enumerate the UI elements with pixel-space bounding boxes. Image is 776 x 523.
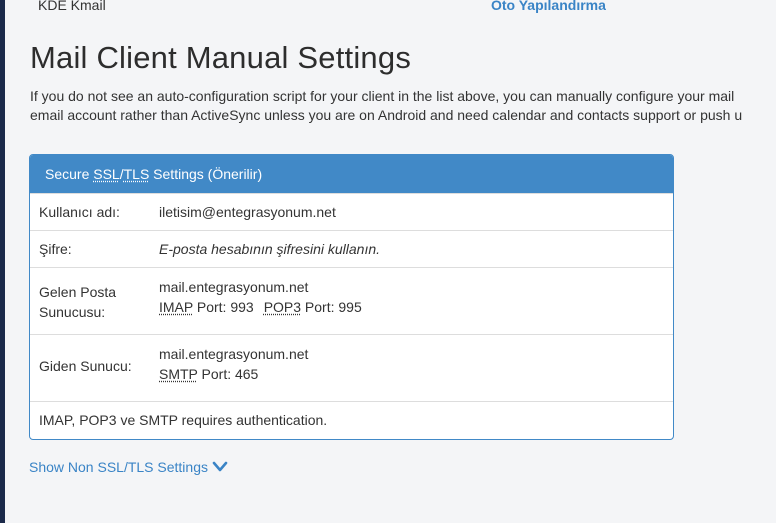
description: If you do not see an auto-configuration … <box>30 87 776 125</box>
left-sidebar-edge <box>0 0 5 523</box>
outgoing-host: mail.entegrasyonum.net <box>159 346 309 362</box>
ssl-abbr: SSL <box>93 166 120 182</box>
username-value: iletisim@entegrasyonum.net <box>159 204 336 220</box>
pop3-port: Port: 995 <box>301 299 362 315</box>
smtp-port: Port: 465 <box>197 366 259 382</box>
incoming-ports: IMAP Port: 993 POP3 Port: 995 <box>159 297 362 317</box>
smtp-abbr: SMTP <box>159 366 198 382</box>
client-list-row: KDE Kmail Oto Yapılandırma <box>0 0 776 16</box>
description-line-1: If you do not see an auto-configuration … <box>30 88 735 104</box>
auto-config-link[interactable]: Oto Yapılandırma <box>491 0 606 13</box>
imap-port: Port: 993 <box>192 299 254 315</box>
password-value: E-posta hesabının şifresini kullanın. <box>159 241 381 257</box>
auth-note-row: IMAP, POP3 ve SMTP requires authenticati… <box>30 401 673 438</box>
header-suffix: Settings (Önerilir) <box>149 166 263 182</box>
incoming-server-row: Gelen Posta Sunucusu: mail.entegrasyonum… <box>30 267 673 334</box>
password-row: Şifre: E-posta hesabının şifresini kulla… <box>30 230 673 267</box>
username-row: Kullanıcı adı: iletisim@entegrasyonum.ne… <box>30 193 673 230</box>
incoming-label: Gelen Posta Sunucusu: <box>39 284 117 320</box>
chevron-down-icon <box>212 461 228 472</box>
header-prefix: Secure <box>45 166 94 182</box>
page-title: Mail Client Manual Settings <box>30 40 412 75</box>
secure-settings-panel: Secure SSL/TLS Settings (Önerilir) Kulla… <box>29 154 674 440</box>
show-non-ssl-label: Show Non SSL/TLS Settings <box>29 459 208 475</box>
auth-note: IMAP, POP3 ve SMTP requires authenticati… <box>39 412 328 428</box>
username-label: Kullanıcı adı: <box>39 204 120 220</box>
incoming-value: mail.entegrasyonum.net IMAP Port: 993 POP… <box>159 277 362 317</box>
imap-abbr: IMAP <box>159 299 193 315</box>
tls-abbr: TLS <box>123 166 150 182</box>
description-line-2: email account rather than ActiveSync unl… <box>30 107 743 123</box>
outgoing-ports: SMTP Port: 465 <box>159 364 308 384</box>
pop3-abbr: POP3 <box>263 299 302 315</box>
password-label: Şifre: <box>39 241 72 257</box>
show-non-ssl-settings-link[interactable]: Show Non SSL/TLS Settings <box>29 459 228 475</box>
client-name: KDE Kmail <box>38 0 106 13</box>
outgoing-label: Giden Sunucu: <box>39 358 132 374</box>
outgoing-value: mail.entegrasyonum.net SMTP Port: 465 <box>159 344 308 384</box>
outgoing-server-row: Giden Sunucu: mail.entegrasyonum.net SMT… <box>30 334 673 401</box>
incoming-host: mail.entegrasyonum.net <box>159 279 309 295</box>
panel-header: Secure SSL/TLS Settings (Önerilir) <box>30 155 673 193</box>
